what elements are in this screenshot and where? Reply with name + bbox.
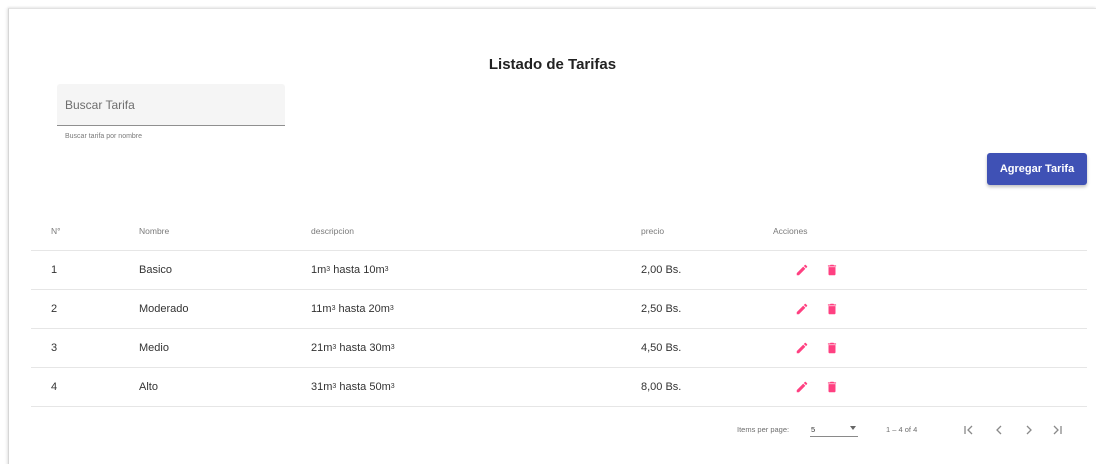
pencil-icon[interactable] — [795, 302, 809, 316]
row-num: 1 — [51, 264, 58, 276]
table-header: N° Nombre descripcion precio Acciones — [31, 211, 1087, 251]
desc-to: hasta 50m — [336, 381, 391, 393]
table-row: 2 Moderado 11m 3 hasta 20m 3 2,50 Bs. — [31, 290, 1087, 329]
trash-icon[interactable] — [825, 341, 839, 355]
pencil-icon[interactable] — [795, 380, 809, 394]
header-num[interactable]: N° — [51, 211, 61, 250]
trash-icon[interactable] — [825, 380, 839, 394]
tarifas-table: N° Nombre descripcion precio Acciones 1 B… — [31, 211, 1087, 407]
row-description: 11m 3 hasta 20m 3 — [311, 303, 394, 315]
row-name: Basico — [139, 264, 173, 276]
table-body: 1 Basico 1m 3 hasta 10m 3 2,00 Bs. 2 Moderado 11… — [31, 251, 1087, 407]
desc-to: hasta 10m — [330, 264, 385, 276]
header-descripcion[interactable]: descripcion — [311, 211, 354, 250]
search-hint: Buscar tarifa por nombre — [65, 133, 143, 140]
last-page-icon — [1053, 425, 1062, 435]
row-actions — [795, 290, 839, 328]
header-precio[interactable]: precio — [641, 211, 664, 250]
tarifas-card: Listado de Tarifas Buscar tarifa por nom… — [8, 8, 1096, 464]
dropdown-arrow-icon — [850, 426, 856, 430]
row-name: Alto — [139, 381, 158, 393]
table-row: 3 Medio 21m 3 hasta 30m 3 4,50 Bs. — [31, 329, 1087, 368]
row-num: 3 — [51, 342, 58, 354]
search-field[interactable] — [57, 84, 285, 126]
row-num: 2 — [51, 303, 58, 315]
row-description: 21m 3 hasta 30m 3 — [311, 342, 395, 354]
paginator: Items per page: 5 1 – 4 of 4 — [9, 420, 1096, 440]
desc-from: 11m — [311, 303, 332, 315]
pencil-icon[interactable] — [795, 263, 809, 277]
chevron-right-icon — [1026, 425, 1032, 435]
table-row: 4 Alto 31m 3 hasta 50m 3 8,00 Bs. — [31, 368, 1087, 407]
desc-from: 21m — [311, 342, 333, 354]
table-row: 1 Basico 1m 3 hasta 10m 3 2,00 Bs. — [31, 251, 1087, 290]
row-description: 31m 3 hasta 50m 3 — [311, 381, 395, 393]
row-price: 8,00 Bs. — [641, 381, 682, 393]
row-actions — [795, 368, 839, 406]
desc-to: hasta 20m — [335, 303, 390, 315]
row-actions — [795, 329, 839, 367]
page-title: Listado de Tarifas — [488, 56, 617, 73]
add-tarifa-button[interactable]: Agregar Tarifa — [987, 153, 1087, 185]
items-per-page-label: Items per page: — [737, 425, 790, 434]
row-price: 4,50 Bs. — [641, 342, 682, 354]
search-input[interactable] — [57, 84, 285, 125]
row-description: 1m 3 hasta 10m 3 — [311, 264, 389, 276]
page-size-value: 5 — [811, 425, 816, 434]
desc-to: hasta 30m — [336, 342, 391, 354]
pencil-icon[interactable] — [795, 341, 809, 355]
range-label: 1 – 4 of 4 — [886, 425, 918, 434]
header-nombre[interactable]: Nombre — [139, 211, 169, 250]
desc-from: 31m — [311, 381, 333, 393]
row-actions — [795, 251, 839, 289]
row-num: 4 — [51, 381, 58, 393]
trash-icon[interactable] — [825, 263, 839, 277]
last-page-button[interactable] — [1047, 420, 1067, 440]
row-name: Medio — [139, 342, 169, 354]
first-page-icon — [964, 425, 973, 435]
next-page-button[interactable] — [1019, 420, 1039, 440]
first-page-button[interactable] — [959, 420, 979, 440]
prev-page-button[interactable] — [989, 420, 1009, 440]
row-price: 2,00 Bs. — [641, 264, 682, 276]
header-acciones: Acciones — [773, 225, 808, 236]
row-name: Moderado — [139, 303, 189, 315]
trash-icon[interactable] — [825, 302, 839, 316]
page-size-select[interactable]: 5 — [810, 421, 858, 437]
desc-from: 1m — [311, 264, 327, 276]
chevron-left-icon — [996, 425, 1002, 435]
row-price: 2,50 Bs. — [641, 303, 682, 315]
